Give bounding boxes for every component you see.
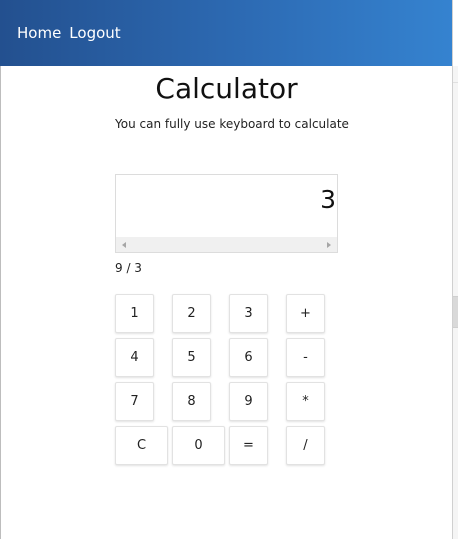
display-result: 3 bbox=[320, 185, 336, 214]
calculator-display: 3 bbox=[115, 174, 338, 253]
key-2-button[interactable]: 2 bbox=[172, 294, 211, 333]
key-plus-button[interactable]: + bbox=[286, 294, 325, 333]
calculator-page: Home Logout Calculator You can fully use… bbox=[0, 0, 458, 539]
scroll-right-arrow-icon[interactable] bbox=[327, 242, 331, 248]
display-horizontal-scrollbar[interactable] bbox=[116, 237, 337, 252]
key-8-button[interactable]: 8 bbox=[172, 382, 211, 421]
key-divide-button[interactable]: / bbox=[286, 426, 325, 465]
calculator-keypad: 1 2 3 + 4 5 6 - 7 8 9 * C 0 = / bbox=[115, 294, 327, 466]
scrollbar-top-segment bbox=[453, 66, 458, 83]
vertical-scrollbar[interactable] bbox=[453, 66, 458, 539]
key-0-button[interactable]: 0 bbox=[172, 426, 225, 465]
key-6-button[interactable]: 6 bbox=[229, 338, 268, 377]
key-minus-button[interactable]: - bbox=[286, 338, 325, 377]
expression-text: 9 / 3 bbox=[115, 261, 142, 275]
key-multiply-button[interactable]: * bbox=[286, 382, 325, 421]
page-title: Calculator bbox=[155, 72, 298, 105]
key-7-button[interactable]: 7 bbox=[115, 382, 154, 421]
key-3-button[interactable]: 3 bbox=[229, 294, 268, 333]
key-9-button[interactable]: 9 bbox=[229, 382, 268, 421]
scrollbar-thumb[interactable] bbox=[453, 296, 458, 328]
page-subtitle: You can fully use keyboard to calculate bbox=[115, 117, 349, 131]
nav-home-link[interactable]: Home bbox=[17, 24, 61, 42]
key-5-button[interactable]: 5 bbox=[172, 338, 211, 377]
key-clear-button[interactable]: C bbox=[115, 426, 168, 465]
key-equals-button[interactable]: = bbox=[229, 426, 268, 465]
key-4-button[interactable]: 4 bbox=[115, 338, 154, 377]
scroll-left-arrow-icon[interactable] bbox=[122, 242, 126, 248]
top-navbar: Home Logout bbox=[0, 0, 453, 66]
key-1-button[interactable]: 1 bbox=[115, 294, 154, 333]
nav-logout-link[interactable]: Logout bbox=[69, 24, 120, 42]
